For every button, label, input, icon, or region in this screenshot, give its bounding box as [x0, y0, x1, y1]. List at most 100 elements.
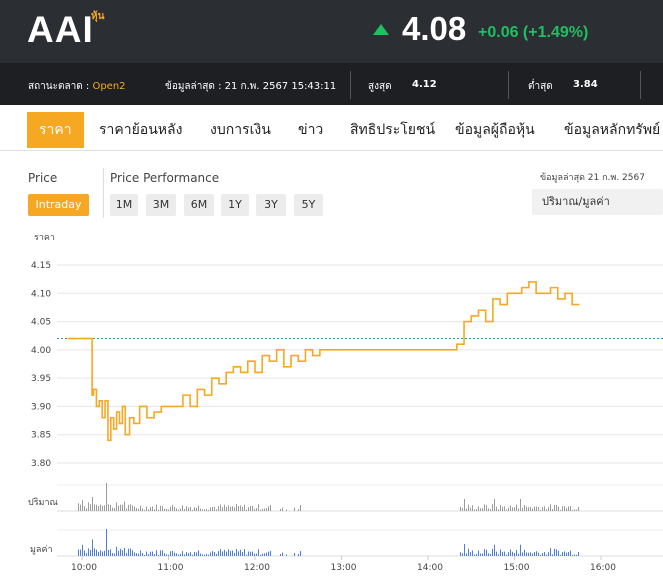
value-bar: [214, 551, 215, 556]
value-bar: [126, 553, 127, 556]
x-tick-label: 14:00: [417, 563, 443, 573]
value-bar: [250, 551, 251, 556]
y-tick-label: 3.85: [31, 431, 51, 441]
volume-bar: [164, 508, 165, 511]
volume-bar: [502, 506, 503, 511]
value-bar: [220, 549, 221, 556]
value-bar: [148, 554, 149, 556]
value-bar: [88, 548, 89, 556]
value-bar: [158, 555, 159, 556]
price-line: [67, 281, 580, 442]
volume-bar: [552, 508, 553, 511]
value-bar: [298, 554, 299, 556]
volume-bar: [542, 507, 543, 511]
volume-bar: [498, 509, 499, 511]
value-bar: [486, 549, 487, 556]
volume-bar: [166, 508, 167, 511]
value-bar: [238, 551, 239, 556]
value-bar: [244, 549, 245, 556]
volume-bar: [130, 504, 131, 511]
value-bar: [112, 553, 113, 556]
value-bar: [174, 552, 175, 556]
value-bar: [150, 551, 151, 556]
value-bar: [270, 550, 271, 556]
value-bar: [178, 554, 179, 556]
volume-bar: [564, 506, 565, 511]
volume-bar: [470, 507, 471, 511]
volume-bar: [494, 499, 495, 511]
volume-bar: [522, 507, 523, 511]
value-bar: [480, 553, 481, 556]
volume-bar: [82, 500, 83, 511]
volume-bar: [480, 508, 481, 511]
volume-bar: [216, 509, 217, 511]
value-bar: [82, 544, 83, 556]
y-tick-label: 3.80: [31, 459, 51, 469]
volume-bar: [282, 507, 283, 511]
value-bar: [524, 549, 525, 556]
value-bar: [98, 551, 99, 556]
volume-bar: [148, 509, 149, 511]
volume-bar: [92, 497, 93, 511]
value-bar: [462, 553, 463, 556]
volume-bar: [254, 508, 255, 511]
volume-bar: [88, 502, 89, 511]
volume-bar: [84, 506, 85, 511]
volume-bar: [262, 508, 263, 511]
value-bar: [116, 546, 117, 556]
value-bar: [114, 553, 115, 556]
value-bar: [176, 553, 177, 556]
value-bar: [156, 550, 157, 556]
volume-bar: [560, 509, 561, 511]
value-bar: [496, 551, 497, 556]
volume-bar: [194, 507, 195, 511]
volume-bar: [162, 506, 163, 511]
volume-bar: [220, 504, 221, 511]
volume-bar: [488, 508, 489, 511]
value-bar: [494, 544, 495, 556]
value-bar: [464, 544, 465, 556]
value-bar: [508, 552, 509, 556]
value-bar: [138, 553, 139, 556]
volume-bar: [134, 506, 135, 511]
value-bar: [260, 554, 261, 556]
value-bar: [228, 549, 229, 556]
volume-bar: [208, 509, 209, 511]
volume-bar: [544, 506, 545, 511]
volume-bar: [168, 509, 169, 511]
volume-bar: [280, 509, 281, 511]
value-bar: [548, 552, 549, 556]
value-bar: [144, 555, 145, 556]
value-bar: [490, 554, 491, 556]
volume-bar: [464, 499, 465, 511]
volume-bar: [236, 504, 237, 511]
volume-bar: [156, 504, 157, 511]
value-bar: [566, 552, 567, 556]
value-bar: [168, 554, 169, 556]
value-bar: [204, 554, 205, 556]
volume-bar: [180, 508, 181, 511]
volume-bar: [298, 509, 299, 511]
volume-bar: [568, 506, 569, 511]
value-bar: [574, 554, 575, 556]
volume-bar: [532, 508, 533, 511]
volume-bar: [154, 509, 155, 511]
volume-bar: [574, 509, 575, 511]
volume-bar: [294, 507, 295, 511]
volume-bar: [160, 505, 161, 511]
value-bar: [470, 552, 471, 556]
value-bar: [124, 547, 125, 556]
volume-bar: [98, 506, 99, 511]
value-bar: [110, 549, 111, 556]
value-bar: [92, 539, 93, 556]
volume-bar: [210, 507, 211, 511]
volume-bar: [562, 506, 563, 511]
volume-bar: [116, 502, 117, 511]
value-bar: [522, 552, 523, 556]
value-bar: [540, 555, 541, 556]
value-bar: [210, 552, 211, 556]
volume-bar: [546, 509, 547, 511]
value-bar: [106, 529, 107, 556]
intraday-chart: ราคา 4.15 4.10 4.05 4.00 3.95 3.90 3.85 3.80 ปริม…: [28, 233, 663, 573]
volume-bar: [250, 506, 251, 511]
